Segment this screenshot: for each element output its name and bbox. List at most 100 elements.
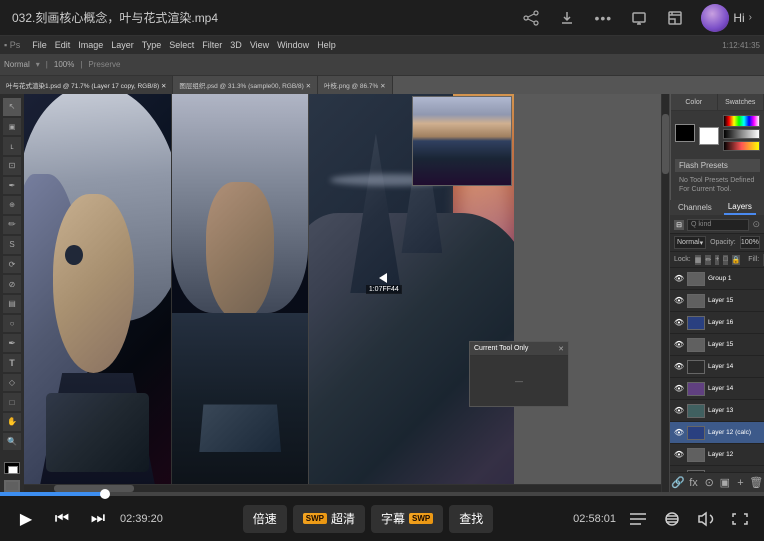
ps-menu-image[interactable]: Image — [78, 40, 103, 50]
opacity-input[interactable]: 100% — [740, 236, 760, 249]
layer-item-0[interactable]: 👁Group 1 — [670, 268, 764, 290]
layer-name-5: Layer 14 — [708, 385, 760, 392]
layer-item-4[interactable]: 👁Layer 14 — [670, 356, 764, 378]
lock-image-icon[interactable]: ✏ — [705, 255, 711, 265]
tool-text[interactable]: T — [3, 354, 21, 372]
danmaku-icon[interactable] — [660, 507, 684, 531]
screen-icon[interactable] — [629, 8, 649, 28]
ps-tab-0[interactable]: 叶与花式渲染1.psd @ 71.7% (Layer 17 copy, RGB/… — [0, 76, 173, 94]
delete-layer-btn[interactable]: 🗑 — [748, 475, 764, 491]
volume-icon[interactable] — [694, 507, 718, 531]
ps-menu-3d[interactable]: 3D — [230, 40, 242, 50]
swatches-tab[interactable]: Swatches — [718, 94, 764, 110]
lock-all-icon[interactable]: 🔒 — [732, 255, 741, 265]
tool-path[interactable]: ◇ — [3, 374, 21, 392]
layer-visibility-7[interactable]: 👁 — [674, 428, 684, 438]
more-icon[interactable]: ••• — [593, 8, 613, 28]
layer-item-5[interactable]: 👁 Layer 14 — [670, 378, 764, 400]
tool-stamp[interactable]: S — [3, 236, 21, 254]
ps-menu-type[interactable]: Type — [142, 40, 162, 50]
ps-menu-view[interactable]: View — [250, 40, 269, 50]
share-icon[interactable] — [521, 8, 541, 28]
ps-menu-edit[interactable]: Edit — [55, 40, 71, 50]
horizontal-scrollbar[interactable] — [24, 484, 661, 492]
user-area[interactable]: Hi › — [701, 4, 752, 32]
layer-mask-btn[interactable]: ⊙ — [701, 475, 717, 491]
tool-heal[interactable]: ⊕ — [3, 196, 21, 214]
color-val-bar[interactable] — [723, 141, 760, 151]
tool-zoom[interactable]: 🔍 — [3, 433, 21, 451]
tool-shape[interactable]: □ — [3, 393, 21, 411]
tool-select[interactable]: ▣ — [3, 118, 21, 136]
tool-hand[interactable]: ✋ — [3, 413, 21, 431]
tool-eyedropper[interactable]: ✒ — [3, 177, 21, 195]
lock-position-icon[interactable]: + — [715, 255, 719, 265]
fg-color[interactable] — [4, 462, 20, 474]
search-button[interactable]: 查找 — [449, 505, 493, 533]
layer-visibility-3[interactable]: 👁 — [674, 340, 684, 350]
tool-lasso[interactable]: ʟ — [3, 137, 21, 155]
progress-bar[interactable] — [0, 492, 764, 496]
layer-item-1[interactable]: 👁Layer 15 — [670, 290, 764, 312]
lock-artboard-icon[interactable]: □ — [723, 255, 727, 265]
tool-eraser[interactable]: ⊘ — [3, 275, 21, 293]
layers-filter-toggle[interactable]: ⊙ — [752, 219, 760, 230]
layer-visibility-8[interactable]: 👁 — [674, 450, 684, 460]
link-layers-btn[interactable]: 🔗 — [670, 475, 686, 491]
layer-visibility-0[interactable]: 👁 — [674, 274, 684, 284]
ps-menu-help[interactable]: Help — [317, 40, 336, 50]
fullscreen-icon[interactable] — [728, 507, 752, 531]
layers-tab[interactable]: Layers — [724, 200, 756, 215]
ps-menu-select[interactable]: Select — [169, 40, 194, 50]
ps-menu-file[interactable]: File — [32, 40, 47, 50]
tool-pen[interactable]: ✒ — [3, 334, 21, 352]
layer-visibility-6[interactable]: 👁 — [674, 406, 684, 416]
color-bg-box[interactable] — [699, 127, 719, 145]
layers-search-box[interactable]: Q kind — [687, 219, 749, 231]
bg-color[interactable] — [4, 480, 20, 492]
layer-visibility-5[interactable]: 👁 — [674, 384, 684, 394]
tool-move[interactable]: ↖ — [3, 98, 21, 116]
color-sat-bar[interactable] — [723, 129, 760, 139]
blend-mode-select[interactable]: Normal ▾ — [674, 236, 706, 249]
subtitle-button[interactable]: 字幕 SWP — [371, 505, 443, 533]
window-icon[interactable] — [665, 8, 685, 28]
layer-item-2[interactable]: 👁Layer 16 — [670, 312, 764, 334]
new-group-btn[interactable]: ▣ — [717, 475, 733, 491]
tool-brush[interactable]: ✏ — [3, 216, 21, 234]
layer-item-3[interactable]: 👁Layer 15 — [670, 334, 764, 356]
layer-item-6[interactable]: 👁Layer 13 — [670, 400, 764, 422]
tool-crop[interactable]: ⊡ — [3, 157, 21, 175]
new-layer-btn[interactable]: + — [733, 475, 749, 491]
tool-dodge[interactable]: ○ — [3, 315, 21, 333]
vertical-scrollbar[interactable] — [661, 94, 669, 492]
ps-tab-2[interactable]: 叶枝.png @ 86.7% ✕ — [318, 76, 393, 94]
color-tab[interactable]: Color — [671, 94, 718, 110]
color-fg-box[interactable] — [675, 124, 695, 142]
ps-menu-layer[interactable]: Layer — [111, 40, 134, 50]
ps-tab-1[interactable]: 图层组织.psd @ 31.3% (sample00, RGB/8) ✕ — [173, 76, 318, 94]
layer-visibility-2[interactable]: 👁 — [674, 318, 684, 328]
download-icon[interactable] — [557, 8, 577, 28]
quality-button[interactable]: SWP 超清 — [293, 505, 365, 533]
filter-icon[interactable]: ⊟ — [674, 220, 684, 230]
ps-menu-filter[interactable]: Filter — [202, 40, 222, 50]
layer-visibility-1[interactable]: 👁 — [674, 296, 684, 306]
layer-visibility-4[interactable]: 👁 — [674, 362, 684, 372]
layer-item-7[interactable]: 👁Layer 12 (calc) — [670, 422, 764, 444]
progress-handle[interactable] — [100, 489, 110, 499]
next-button[interactable]: ⏭ — [84, 505, 112, 533]
tool-gradient[interactable]: ▤ — [3, 295, 21, 313]
ps-menu-window[interactable]: Window — [277, 40, 309, 50]
color-hue-bar[interactable] — [723, 115, 760, 127]
current-tool-close[interactable]: ✕ — [558, 345, 564, 353]
play-button[interactable]: ▶ — [12, 505, 40, 533]
layer-effects-btn[interactable]: fx — [686, 475, 702, 491]
speed-button[interactable]: 倍速 — [243, 505, 287, 533]
tool-history[interactable]: ⟳ — [3, 256, 21, 274]
playlist-icon[interactable] — [626, 507, 650, 531]
prev-button[interactable]: ⏮ — [48, 505, 76, 533]
channels-tab[interactable]: Channels — [674, 200, 716, 215]
lock-transparent-icon[interactable]: ▦ — [695, 255, 702, 265]
layer-item-8[interactable]: 👁Layer 12 — [670, 444, 764, 466]
